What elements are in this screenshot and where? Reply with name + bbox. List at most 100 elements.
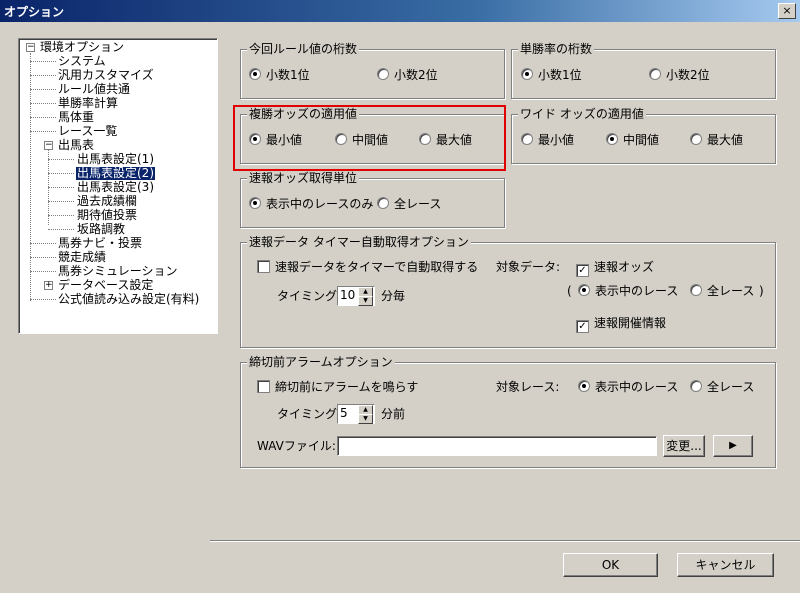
win-rate-digits-group: 単勝率の桁数 小数1位 小数2位 <box>511 42 776 99</box>
ok-button[interactable]: OK <box>563 553 658 577</box>
checkbox-box <box>257 380 270 393</box>
wide-odds-radio-max[interactable]: 最大値 <box>690 133 743 147</box>
tree-item-rule-common[interactable]: ルール値共通 <box>58 83 130 96</box>
tree-line <box>30 75 56 76</box>
tree-item-race-list[interactable]: レース一覧 <box>58 125 117 138</box>
tree-line <box>30 243 56 244</box>
meeting-info-checkbox[interactable]: ✓ 速報開催情報 <box>576 316 666 333</box>
wav-file-input[interactable] <box>337 436 657 456</box>
radio-dot <box>249 197 261 209</box>
tree-line <box>30 89 56 90</box>
alarm-timing-stepper[interactable]: 5 ▲ ▼ <box>337 404 375 424</box>
quick-odds-radio-all[interactable]: 全レース <box>377 197 441 211</box>
target-race-label: 対象レース: <box>496 380 560 394</box>
quick-timer-group: 速報データ タイマー自動取得オプション 速報データをタイマーで自動取得する 対象… <box>240 235 776 348</box>
wide-odds-radio-mid[interactable]: 中間値 <box>606 133 659 147</box>
alarm-timing-unit: 分前 <box>381 407 406 421</box>
quick-odds-radio-current[interactable]: 表示中のレースのみ <box>249 197 373 211</box>
tree-item-race-card-2[interactable]: 出馬表設定(2) <box>75 166 156 181</box>
wide-odds-group: ワイド オッズの適用値 最小値 中間値 最大値 <box>511 107 776 164</box>
radio-dot <box>690 380 702 392</box>
radio-dot <box>521 133 533 145</box>
footer-separator <box>210 540 800 542</box>
tree-line <box>48 187 74 188</box>
tree-item-slope-training[interactable]: 坂路調教 <box>77 223 125 236</box>
timing-label: タイミング: <box>277 289 342 303</box>
tree-item-database[interactable]: データベース設定 <box>58 279 153 292</box>
tree-line <box>30 53 31 301</box>
tree-line <box>48 215 74 216</box>
tree-item-race-card-1[interactable]: 出馬表設定(1) <box>77 153 154 166</box>
tree-line <box>48 173 74 174</box>
win-rate-digits-radio-1[interactable]: 小数1位 <box>521 68 582 82</box>
radio-dot <box>578 284 590 296</box>
tree-item-general-customize[interactable]: 汎用カスタマイズ <box>58 69 154 82</box>
radio-dot <box>690 133 702 145</box>
tree-item-official-values[interactable]: 公式値読み込み設定(有料) <box>58 293 199 306</box>
tree-line <box>30 299 56 300</box>
auto-fetch-checkbox[interactable]: 速報データをタイマーで自動取得する <box>257 260 478 274</box>
collapse-icon[interactable]: − <box>44 141 53 150</box>
target-race-radio-all[interactable]: 全レース <box>690 284 754 298</box>
tree-line <box>48 229 74 230</box>
rule-digits-group: 今回ルール値の桁数 小数1位 小数2位 <box>240 42 505 99</box>
alarm-timing-label: タイミング: <box>277 407 342 421</box>
alarm-legend: 締切前アラームオプション <box>247 355 395 369</box>
tree-item-system[interactable]: システム <box>58 55 106 68</box>
tree-line <box>48 159 74 160</box>
tree-item-race-card-3[interactable]: 出馬表設定(3) <box>77 181 154 194</box>
paren-close: ) <box>759 284 764 298</box>
tree-line <box>30 271 56 272</box>
collapse-icon[interactable]: − <box>26 43 35 52</box>
target-race-radio-current[interactable]: 表示中のレース <box>578 284 678 298</box>
rule-digits-radio-2[interactable]: 小数2位 <box>377 68 438 82</box>
radio-dot <box>377 68 389 80</box>
win-rate-digits-legend: 単勝率の桁数 <box>518 42 595 56</box>
expand-icon[interactable]: + <box>44 281 53 290</box>
timing-stepper[interactable]: 10 ▲ ▼ <box>337 286 375 306</box>
title-bar[interactable]: オプション × <box>0 0 800 22</box>
check-icon: ✓ <box>576 320 589 333</box>
quick-odds-checkbox[interactable]: ✓ 速報オッズ <box>576 260 654 277</box>
cancel-button[interactable]: キャンセル <box>677 553 774 577</box>
radio-dot <box>521 68 533 80</box>
check-icon: ✓ <box>576 264 589 277</box>
highlight-box <box>233 105 506 171</box>
win-rate-digits-radio-2[interactable]: 小数2位 <box>649 68 710 82</box>
tree-item-ticket-navi[interactable]: 馬券ナビ・投票 <box>58 237 142 250</box>
spin-down-icon[interactable]: ▼ <box>358 414 373 424</box>
tree-line <box>30 103 56 104</box>
alarm-race-radio-all[interactable]: 全レース <box>690 380 754 394</box>
play-icon[interactable]: ▶ <box>713 435 753 457</box>
window-title: オプション <box>4 5 65 19</box>
rule-digits-radio-1[interactable]: 小数1位 <box>249 68 310 82</box>
wav-file-label: WAVファイル: <box>257 439 336 453</box>
quick-timer-legend: 速報データ タイマー自動取得オプション <box>247 235 471 249</box>
tree-line <box>30 117 56 118</box>
checkbox-box <box>257 260 270 273</box>
tree-line <box>48 201 74 202</box>
tree-item-win-rate[interactable]: 単勝率計算 <box>58 97 118 110</box>
spin-down-icon[interactable]: ▼ <box>358 296 373 306</box>
wide-odds-radio-min[interactable]: 最小値 <box>521 133 574 147</box>
target-data-label: 対象データ: <box>496 260 561 274</box>
timing-value: 10 <box>340 288 356 302</box>
tree-item-expected-value[interactable]: 期待値投票 <box>77 209 137 222</box>
alarm-race-radio-current[interactable]: 表示中のレース <box>578 380 678 394</box>
alarm-group: 締切前アラームオプション 締切前にアラームを鳴らす 対象レース: 表示中のレース… <box>240 355 776 468</box>
radio-dot <box>578 380 590 392</box>
options-tree[interactable]: − 環境オプション システム 汎用カスタマイズ ルール値共通 単勝率計算 馬体重… <box>18 38 218 334</box>
radio-dot <box>249 68 261 80</box>
tree-item-race-results[interactable]: 競走成績 <box>58 251 106 264</box>
tree-item-env-options[interactable]: 環境オプション <box>40 41 124 54</box>
tree-item-horse-weight[interactable]: 馬体重 <box>58 111 94 124</box>
quick-odds-unit-group: 速報オッズ取得単位 表示中のレースのみ 全レース <box>240 171 505 228</box>
close-button[interactable]: × <box>778 3 796 19</box>
change-button[interactable]: 変更... <box>663 435 705 457</box>
alarm-checkbox[interactable]: 締切前にアラームを鳴らす <box>257 380 418 394</box>
radio-dot <box>690 284 702 296</box>
tree-item-past-results[interactable]: 過去成績欄 <box>77 195 137 208</box>
tree-line <box>30 257 56 258</box>
tree-item-race-card[interactable]: 出馬表 <box>58 139 94 152</box>
tree-item-ticket-simulation[interactable]: 馬券シミュレーション <box>58 265 178 278</box>
